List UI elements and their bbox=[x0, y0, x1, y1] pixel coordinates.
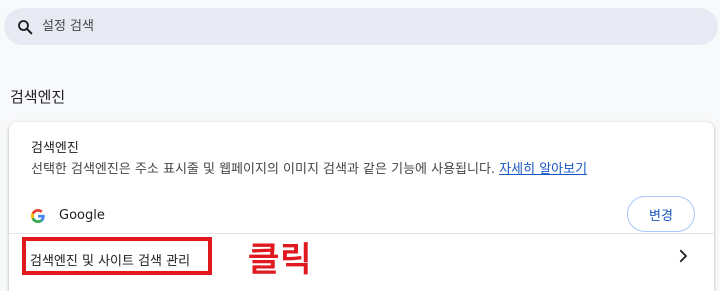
search-engine-card: 검색엔진 선택한 검색엔진은 주소 표시줄 및 웹페이지의 이미지 검색과 같은… bbox=[9, 122, 714, 291]
search-icon bbox=[16, 18, 34, 36]
current-engine-row: Google 변경 bbox=[31, 196, 695, 234]
search-bar[interactable] bbox=[4, 8, 718, 45]
google-logo-icon bbox=[31, 208, 45, 223]
manage-search-engines-row[interactable]: 검색엔진 및 사이트 검색 관리 bbox=[9, 234, 714, 280]
card-description: 선택한 검색엔진은 주소 표시줄 및 웹페이지의 이미지 검색과 같은 기능에 … bbox=[31, 158, 587, 177]
engine-name: Google bbox=[59, 207, 105, 223]
description-text: 선택한 검색엔진은 주소 표시줄 및 웹페이지의 이미지 검색과 같은 기능에 … bbox=[31, 162, 496, 177]
learn-more-link[interactable]: 자세히 알아보기 bbox=[499, 162, 587, 177]
search-input[interactable] bbox=[42, 19, 642, 34]
section-title: 검색엔진 bbox=[10, 88, 66, 106]
chevron-right-icon bbox=[674, 247, 692, 265]
settings-page: 검색엔진 검색엔진 선택한 검색엔진은 주소 표시줄 및 웹페이지의 이미지 검… bbox=[0, 0, 720, 291]
card-heading: 검색엔진 bbox=[31, 141, 79, 156]
manage-search-engines-label: 검색엔진 및 사이트 검색 관리 bbox=[30, 254, 191, 269]
change-button[interactable]: 변경 bbox=[627, 196, 695, 232]
click-annotation: 클릭 bbox=[248, 240, 313, 280]
